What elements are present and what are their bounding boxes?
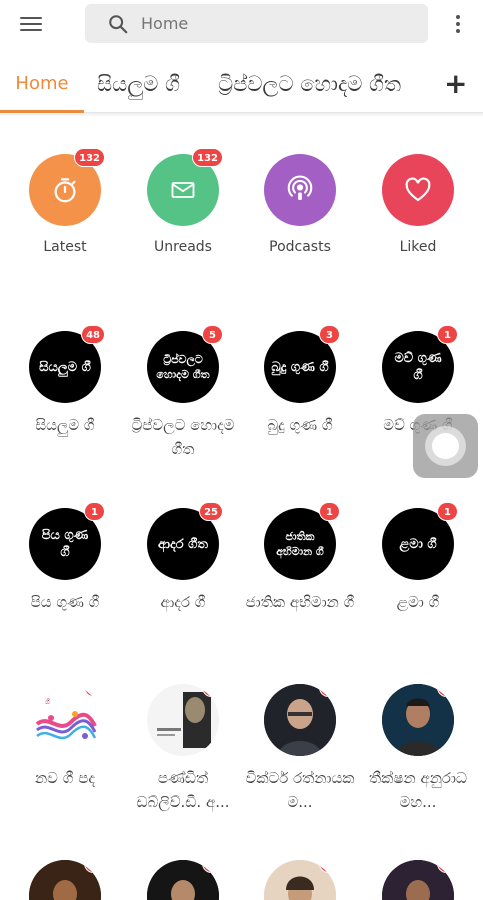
count-badge: 5 bbox=[202, 325, 223, 344]
assistive-core bbox=[432, 433, 459, 459]
category-label: ළමා ගී bbox=[396, 593, 440, 611]
category-label: පිය ගුණ ගී bbox=[30, 593, 100, 611]
mail-icon bbox=[171, 182, 195, 198]
tab-all-songs[interactable]: සියලුම ගී bbox=[97, 55, 180, 111]
category-bubble: පිය ගුණ ගී 1 bbox=[29, 502, 105, 580]
podcast-icon bbox=[287, 175, 313, 200]
count-badge: 1 bbox=[437, 325, 458, 344]
assistive-touch-button[interactable] bbox=[413, 414, 478, 478]
category-label: වික්ටර් රත්නායක ම... bbox=[245, 769, 355, 811]
category-label: නව ගී පද bbox=[34, 769, 96, 787]
artist-tile-row4-1[interactable]: 2 bbox=[6, 860, 124, 900]
podcasts-label: Podcasts bbox=[269, 239, 331, 255]
quick-latest[interactable]: 132 Latest bbox=[6, 148, 124, 258]
category-label: බුදු ගුණ ගී bbox=[267, 416, 333, 434]
latest-label: Latest bbox=[43, 239, 87, 255]
tabs-shadow bbox=[0, 113, 483, 117]
more-options-icon[interactable] bbox=[452, 13, 464, 35]
category-bubble: ආදර ගීත 25 bbox=[147, 502, 223, 580]
artist-photo: 1 bbox=[264, 860, 336, 900]
category-bubble: බුදු ගුණ ගී 3 bbox=[264, 325, 340, 403]
category-love-songs[interactable]: ආදර ගීත 25 ආදර ගී bbox=[124, 502, 242, 614]
search-input[interactable] bbox=[141, 11, 411, 36]
artist-photo: 1 bbox=[147, 860, 219, 900]
tab-home[interactable]: Home bbox=[0, 55, 84, 113]
count-badge: 25 bbox=[199, 502, 223, 521]
artist-pandith-wd[interactable]: 1 පණ්ඩිත් ඩබ්ලිව්.ඩී. අ... bbox=[124, 684, 242, 814]
search-bar[interactable] bbox=[85, 4, 428, 43]
search-icon bbox=[109, 15, 128, 34]
count-badge: 1 bbox=[437, 502, 458, 521]
category-label: ජාතික අභිමාන ගී bbox=[245, 593, 355, 611]
quick-unreads[interactable]: 132 Unreads bbox=[124, 148, 242, 258]
unreads-label: Unreads bbox=[154, 239, 212, 255]
category-tabs: Home සියලුම ගී ට්‍රිප්වලට හොදම ගීත + bbox=[0, 55, 483, 117]
category-label: තීක්ෂන අනුරාධ මහ... bbox=[369, 769, 467, 811]
latest-badge: 132 bbox=[74, 148, 105, 167]
artist-photo: 2 bbox=[29, 860, 101, 900]
podcasts-circle bbox=[264, 154, 336, 226]
artist-tile-row4-4[interactable]: 1 bbox=[359, 860, 477, 900]
category-father-songs[interactable]: පිය ගුණ ගී 1 පිය ගුණ ගී bbox=[6, 502, 124, 614]
count-badge: 1 bbox=[84, 502, 105, 521]
category-label: සියලුම ගී bbox=[35, 416, 95, 434]
category-buddhist-songs[interactable]: බුදු ගුණ ගී 3 බුදු ගුණ ගී bbox=[241, 325, 359, 437]
artist-photo: 1 bbox=[382, 860, 454, 900]
category-bubble: ට්‍රිප්වලට හොදම ගීත 5 bbox=[147, 325, 223, 403]
hamburger-menu-icon[interactable] bbox=[20, 13, 46, 35]
count-badge: 48 bbox=[81, 325, 105, 344]
category-new-lyrics[interactable]: ගී 2 නව ගී පද bbox=[6, 684, 124, 790]
heart-icon bbox=[405, 177, 431, 202]
category-patriotic-songs[interactable]: ජාතික අභිමාන ගී 1 ජාතික අභිමාන ගී bbox=[241, 502, 359, 614]
unreads-badge: 132 bbox=[192, 148, 223, 167]
category-label: පණ්ඩිත් ඩබ්ලිව්.ඩී. අ... bbox=[136, 769, 230, 811]
artist-victor-rathnayake[interactable]: 1 වික්ටර් රත්නායක ම... bbox=[241, 684, 359, 814]
category-all-songs[interactable]: සියලුම ගී 48 සියලුම ගී bbox=[6, 325, 124, 437]
add-tab-icon[interactable]: + bbox=[444, 55, 467, 111]
category-trip-songs[interactable]: ට්‍රිප්වලට හොදම ගීත 5 ට්‍රිප්වලට හොදම ගී… bbox=[124, 325, 242, 461]
category-bubble: ජාතික අභිමාන ගී 1 bbox=[264, 502, 340, 580]
tab-trip-songs[interactable]: ට්‍රිප්වලට හොදම ගීත bbox=[218, 55, 401, 111]
quick-liked[interactable]: Liked bbox=[359, 154, 477, 258]
artist-photo: 1 bbox=[147, 684, 219, 756]
category-label: ට්‍රිප්වලට හොදම ගීත bbox=[131, 416, 235, 458]
artist-tile-row4-2[interactable]: 1 bbox=[124, 860, 242, 900]
top-app-bar bbox=[0, 0, 483, 50]
latest-circle: 132 bbox=[29, 148, 105, 226]
stopwatch-icon bbox=[54, 178, 76, 203]
category-image: ගී 2 bbox=[29, 684, 101, 756]
svg-text:ගී: ගී bbox=[45, 698, 50, 706]
artist-photo: 1 bbox=[264, 684, 336, 756]
category-bubble: ළමා ගී 1 bbox=[382, 502, 458, 580]
category-kids-songs[interactable]: ළමා ගී 1 ළමා ගී bbox=[359, 502, 477, 614]
liked-label: Liked bbox=[399, 239, 437, 255]
artist-photo: 1 bbox=[382, 684, 454, 756]
count-badge: 1 bbox=[319, 502, 340, 521]
category-bubble: මව් ගුණ ගී 1 bbox=[382, 325, 458, 403]
category-label: ආදර ගී bbox=[160, 593, 206, 611]
artist-theekshana-anuradha[interactable]: 1 තීක්ෂන අනුරාධ මහ... bbox=[359, 684, 477, 814]
count-badge: 3 bbox=[319, 325, 340, 344]
category-bubble: සියලුම ගී 48 bbox=[29, 325, 105, 403]
unreads-circle: 132 bbox=[147, 148, 223, 226]
quick-podcasts[interactable]: Podcasts bbox=[241, 154, 359, 258]
artist-tile-row4-3[interactable]: 1 bbox=[241, 860, 359, 900]
liked-circle bbox=[382, 154, 454, 226]
